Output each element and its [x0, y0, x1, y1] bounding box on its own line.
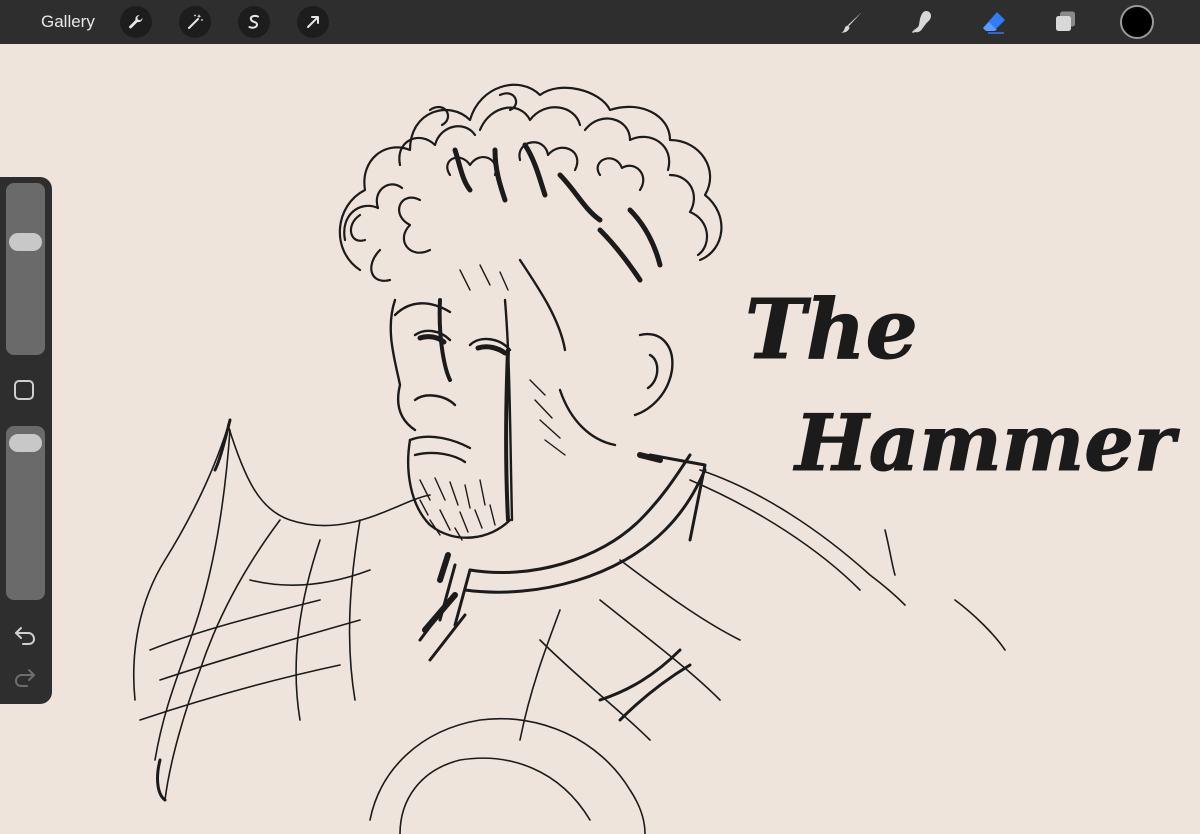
- modify-square-icon[interactable]: [14, 380, 34, 400]
- adjustments-button[interactable]: [179, 6, 211, 38]
- drawing-canvas[interactable]: The Hammer: [0, 44, 1200, 834]
- brush-icon: [841, 12, 862, 33]
- wrench-icon: [129, 14, 143, 29]
- sketch-artwork: The Hammer: [132, 83, 1181, 834]
- gallery-button[interactable]: Gallery: [41, 12, 95, 32]
- undo-icon[interactable]: [13, 624, 37, 646]
- color-picker-button[interactable]: [1120, 5, 1154, 39]
- collar-strokes: [418, 453, 707, 662]
- hair-strokes: [338, 83, 723, 282]
- left-sidebar: [0, 177, 52, 704]
- layers-button[interactable]: [1050, 6, 1082, 38]
- brush-size-thumb[interactable]: [9, 233, 42, 251]
- transform-button[interactable]: [297, 6, 329, 38]
- lettering-the: The: [745, 282, 918, 378]
- hammer-lettering: The Hammer: [745, 282, 1181, 490]
- brush-tool-button[interactable]: [836, 6, 868, 38]
- smudge-tool-button[interactable]: [906, 6, 938, 38]
- brush-size-slider[interactable]: [6, 183, 45, 355]
- face-strokes: [389, 258, 674, 539]
- smudge-icon: [912, 11, 931, 33]
- selection-icon: [248, 14, 259, 29]
- eraser-tool-button[interactable]: [978, 6, 1010, 38]
- procreate-app: Gallery The Hammer: [0, 0, 1200, 834]
- opacity-thumb[interactable]: [9, 434, 42, 452]
- top-toolbar: Gallery: [0, 0, 1200, 44]
- redo-icon[interactable]: [13, 666, 37, 688]
- magic-wand-icon: [188, 14, 203, 29]
- actions-button[interactable]: [120, 6, 152, 38]
- selection-button[interactable]: [238, 6, 270, 38]
- eraser-icon: [983, 12, 1005, 34]
- layers-icon: [1056, 11, 1075, 31]
- lettering-hammer: Hammer: [793, 398, 1180, 489]
- transform-icon: [307, 16, 319, 28]
- opacity-slider[interactable]: [6, 426, 45, 600]
